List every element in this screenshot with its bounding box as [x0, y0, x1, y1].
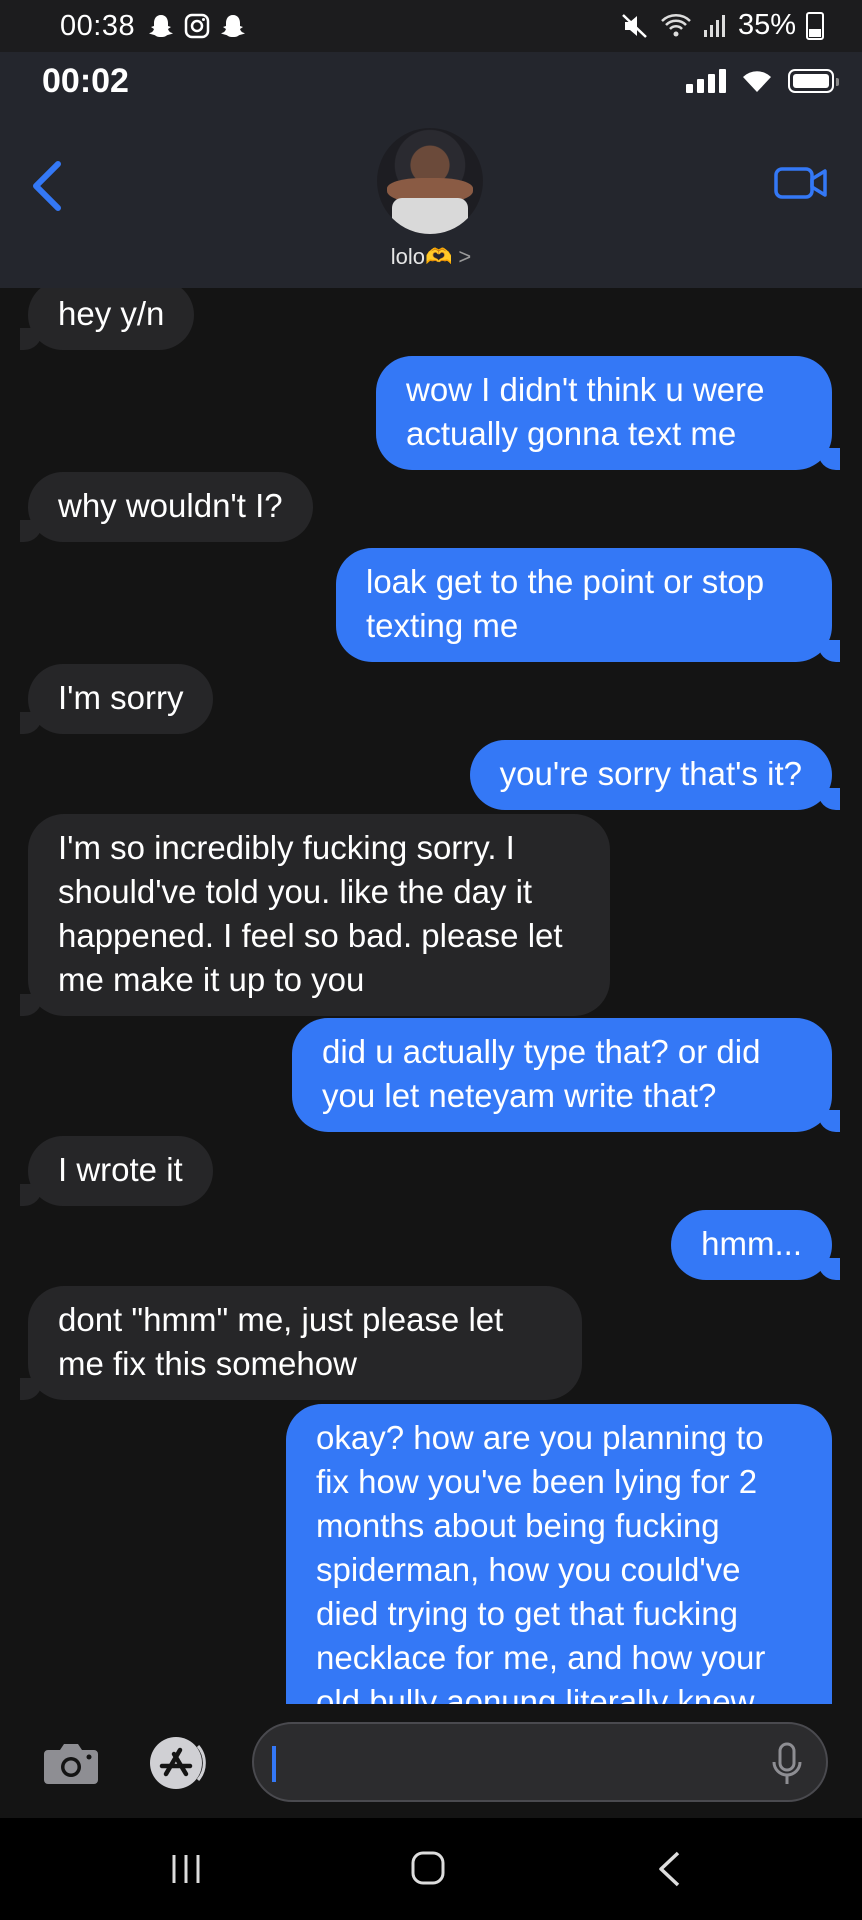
wifi-icon: [743, 71, 771, 92]
message-bubble-incoming[interactable]: why wouldn't I?: [20, 472, 313, 542]
recents-icon[interactable]: [168, 1852, 204, 1886]
message-bubble-outgoing[interactable]: did u actually type that? or did you let…: [292, 1018, 840, 1132]
back-chevron-icon[interactable]: [28, 156, 68, 216]
camera-icon[interactable]: [42, 1740, 100, 1786]
notification-icons: [147, 12, 247, 40]
message-bubble-incoming[interactable]: hey y/n: [19, 288, 195, 350]
android-status-bar: 00:38 35%: [0, 0, 862, 52]
conversation-header: 00:02 lolo🫶 >: [0, 52, 862, 288]
microphone-icon[interactable]: [770, 1742, 804, 1786]
message-input[interactable]: [252, 1722, 828, 1802]
android-navigation-bar: [0, 1818, 862, 1920]
app-store-icon[interactable]: [146, 1736, 214, 1790]
battery-percent: 35%: [737, 9, 796, 41]
contact-avatar[interactable]: [377, 128, 483, 234]
chevron-right-icon: >: [458, 244, 472, 269]
message-bubble-outgoing[interactable]: wow I didn't think u were actually gonna…: [376, 356, 840, 470]
message-bubble-outgoing[interactable]: loak get to the point or stop texting me: [336, 548, 840, 662]
snapchat-icon: [149, 15, 174, 37]
facetime-video-icon[interactable]: [774, 164, 828, 202]
battery-icon: [806, 11, 824, 40]
message-bubble-outgoing[interactable]: you're sorry that's it?: [469, 740, 841, 810]
contact-name-label: lolo🫶: [390, 244, 453, 269]
message-bubble-incoming[interactable]: I'm sorry: [19, 664, 214, 734]
home-icon[interactable]: [410, 1850, 446, 1886]
signal-icon: [703, 14, 725, 37]
ios-status-icons: [686, 68, 839, 94]
message-bubble-incoming[interactable]: I'm so incredibly fucking sorry. I shoul…: [20, 814, 610, 1016]
message-thread[interactable]: hey y/n wow I didn't think u were actual…: [0, 288, 862, 1704]
cellular-icon: [686, 69, 726, 93]
mute-icon: [622, 13, 647, 38]
snapchat-icon: [221, 15, 246, 37]
android-clock: 00:38: [60, 9, 136, 42]
composer-bar: [0, 1704, 862, 1818]
instagram-icon: [184, 13, 210, 39]
message-bubble-outgoing[interactable]: okay? how are you planning to fix how yo…: [286, 1404, 832, 1704]
wifi-icon: [661, 13, 691, 36]
battery-icon: [788, 69, 839, 93]
message-bubble-incoming[interactable]: I wrote it: [20, 1136, 213, 1206]
message-bubble-outgoing[interactable]: hmm...: [671, 1210, 840, 1280]
text-caret: [272, 1746, 276, 1782]
ios-clock: 00:02: [42, 62, 129, 100]
message-bubble-incoming[interactable]: dont "hmm" me, just please let me fix th…: [20, 1286, 582, 1400]
back-icon[interactable]: [654, 1850, 684, 1888]
android-status-right: 35%: [620, 9, 824, 42]
contact-name[interactable]: lolo🫶 >: [0, 244, 862, 270]
